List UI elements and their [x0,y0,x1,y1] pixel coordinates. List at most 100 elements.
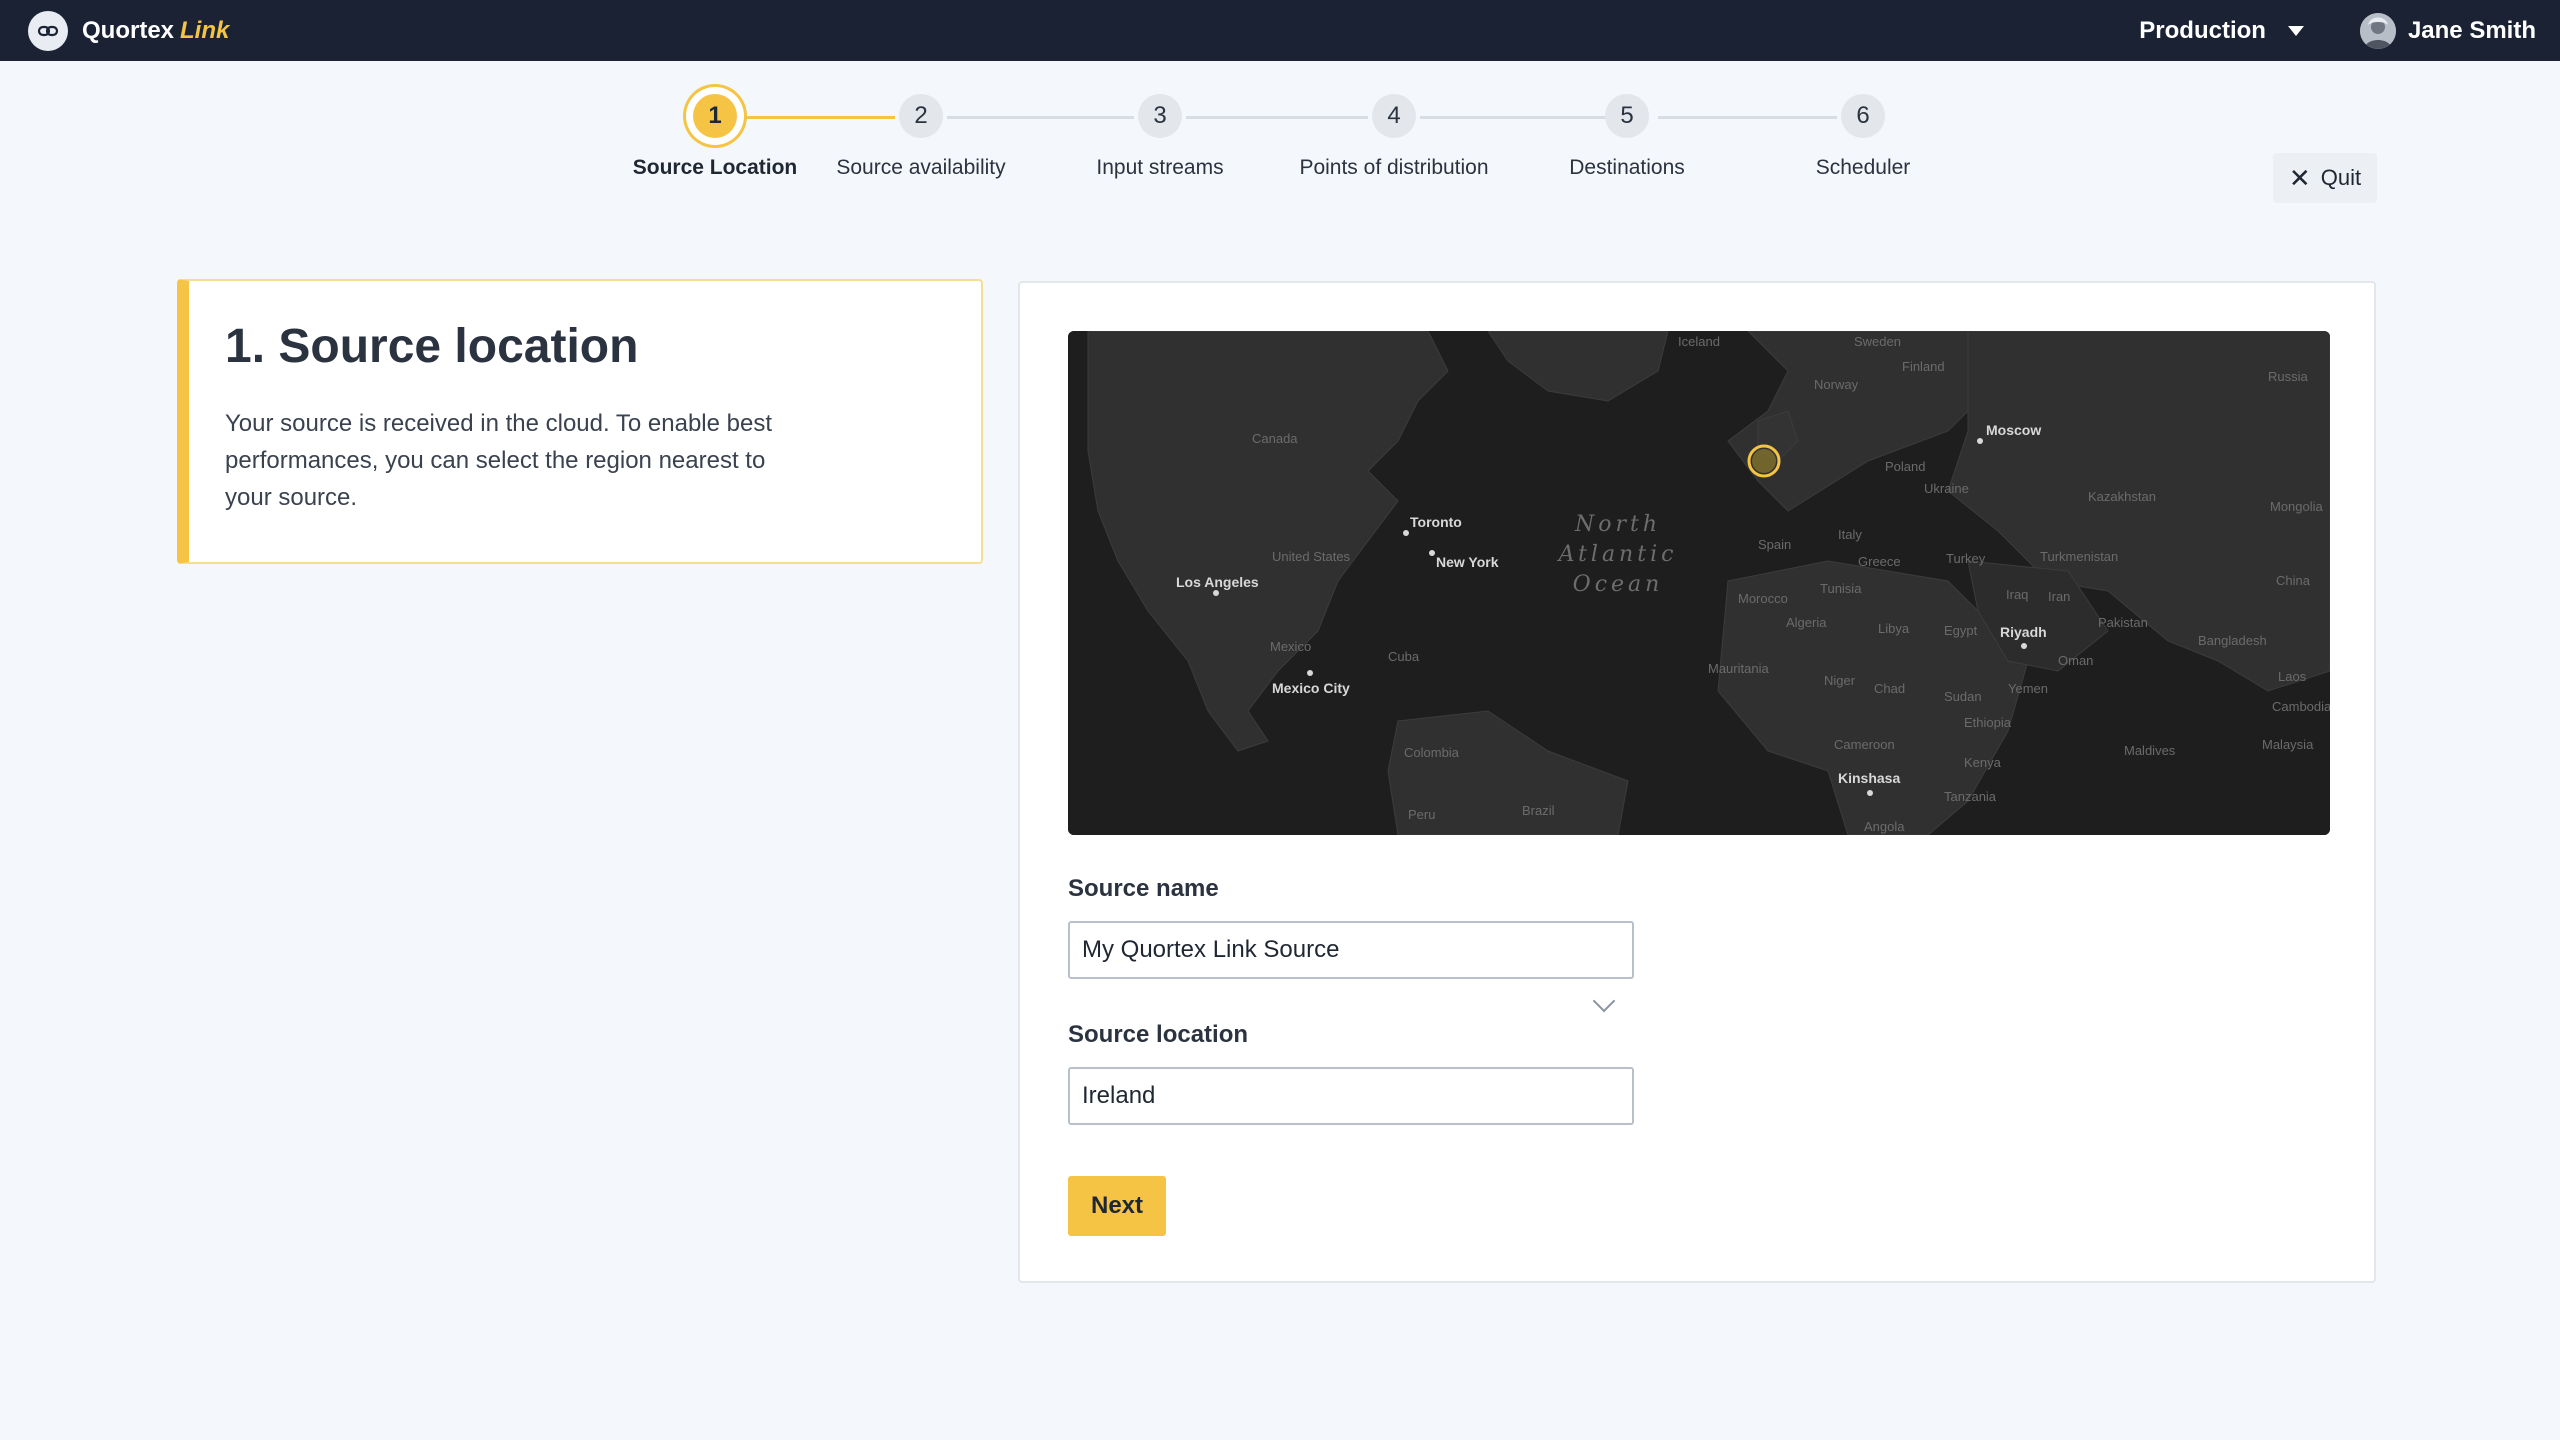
step-label: Source availability [836,156,1006,179]
map-label: Turkey [1946,551,1986,566]
city-label: Moscow [1986,422,2041,438]
map-label: Poland [1885,459,1925,474]
map-label: Pakistan [2098,615,2148,630]
step-label: Input streams [1096,156,1224,179]
environment-label: Production [2139,16,2266,44]
region-map[interactable]: North Atlantic Ocean Iceland Sweden Finl… [1068,331,2330,835]
source-name-label: Source name [1068,875,1219,902]
city-dot [1213,590,1219,596]
city-dot [1977,438,1983,444]
step-points-of-distribution[interactable]: 4 Points of distribution [1274,94,1514,180]
step-source-availability[interactable]: 2 Source availability [801,94,1041,180]
source-location-input[interactable] [1068,1067,1634,1125]
map-label: Mauritania [1708,661,1769,676]
city-dot [1307,670,1313,676]
source-name-input[interactable] [1068,921,1634,979]
city-label: Riyadh [2000,624,2047,640]
top-bar: Quortex Link Production Jane Smith [0,0,2560,61]
step-info-card: 1. Source location Your source is receiv… [177,279,983,564]
brand-accent: Link [180,16,230,44]
step-number: 3 [1138,94,1182,138]
chevron-down-icon[interactable] [1592,989,1616,1013]
ocean-label: Ocean [1573,572,1664,597]
quit-button[interactable]: ✕ Quit [2273,153,2377,203]
quit-label: Quit [2320,165,2362,190]
step-label: Source Location [632,156,798,179]
step-number: 2 [899,94,943,138]
user-menu[interactable]: Jane Smith [2359,12,2536,49]
world-map-svg: North Atlantic Ocean Iceland Sweden Finl… [1068,331,2330,835]
map-label: Oman [2058,653,2093,668]
brand-name-text: Quortex [82,16,175,44]
step-number: 4 [1372,94,1416,138]
city-label: New York [1436,554,1499,570]
step-number: 5 [1605,94,1649,138]
step-destinations[interactable]: 5 Destinations [1507,94,1747,180]
map-label: Greece [1858,554,1901,569]
ocean-label: North [1574,512,1661,537]
map-label: Cambodia [2272,699,2330,714]
map-label: Chad [1874,681,1905,696]
map-label: Iceland [1678,334,1720,349]
step-label: Scheduler [1815,156,1911,179]
city-label: Kinshasa [1838,770,1900,786]
map-label: Norway [1814,377,1859,392]
environment-select[interactable]: Production [2139,17,2304,45]
ocean-label: Atlantic [1557,542,1678,567]
map-label: Algeria [1786,615,1827,630]
selected-region-marker-fill [1752,449,1776,473]
map-label: Morocco [1738,591,1788,606]
step-description: Your source is received in the cloud. To… [225,410,773,511]
map-label: United States [1272,549,1351,564]
map-label: Laos [2278,669,2307,684]
map-label: Malaysia [2262,737,2314,752]
map-label: Ethiopia [1964,715,2012,730]
map-label: Tunisia [1820,581,1862,596]
map-label: Yemen [2008,681,2048,696]
city-dot [2021,643,2027,649]
brand-name: Quortex Link [82,17,229,45]
step-source-location[interactable]: 1 Source Location [595,94,835,180]
page-title: 1. Source location [225,320,639,373]
map-label: Cuba [1388,649,1420,664]
map-label: Russia [2268,369,2309,384]
map-label: Maldives [2124,743,2176,758]
map-label: Tanzania [1944,789,1997,804]
map-label: Iran [2048,589,2070,604]
step-number: 1 [693,94,737,138]
map-label: China [2276,573,2311,588]
map-label: Iraq [2006,587,2028,602]
map-label: Ukraine [1924,481,1969,496]
step-input-streams[interactable]: 3 Input streams [1040,94,1280,180]
map-label: Sweden [1854,334,1901,349]
brand[interactable]: Quortex Link [28,10,229,51]
map-label: Mongolia [2270,499,2324,514]
map-label: Colombia [1404,745,1460,760]
map-label: Egypt [1944,623,1978,638]
map-label: Mexico [1270,639,1311,654]
step-scheduler[interactable]: 6 Scheduler [1743,94,1983,180]
city-label: Mexico City [1272,680,1350,696]
map-label: Brazil [1522,803,1555,818]
source-form-panel: North Atlantic Ocean Iceland Sweden Finl… [1018,281,2376,1283]
map-label: Kenya [1964,755,2002,770]
step-number: 6 [1841,94,1885,138]
next-button[interactable]: Next [1068,1176,1166,1236]
map-label: Spain [1758,537,1791,552]
caret-down-icon [2287,25,2304,36]
map-label: Canada [1252,431,1298,446]
source-location-label: Source location [1068,1021,1249,1048]
map-label: Angola [1864,819,1905,834]
avatar [2359,12,2396,49]
map-label: Peru [1408,807,1435,822]
map-label: Bangladesh [2198,633,2267,648]
step-label: Destinations [1569,156,1685,179]
map-label: Niger [1824,673,1856,688]
map-label: Cameroon [1834,737,1895,752]
map-label: Kazakhstan [2088,489,2156,504]
city-label: Toronto [1410,514,1462,530]
city-label: Los Angeles [1176,574,1259,590]
city-dot [1867,790,1873,796]
map-label: Libya [1878,621,1910,636]
step-label: Points of distribution [1299,156,1489,179]
